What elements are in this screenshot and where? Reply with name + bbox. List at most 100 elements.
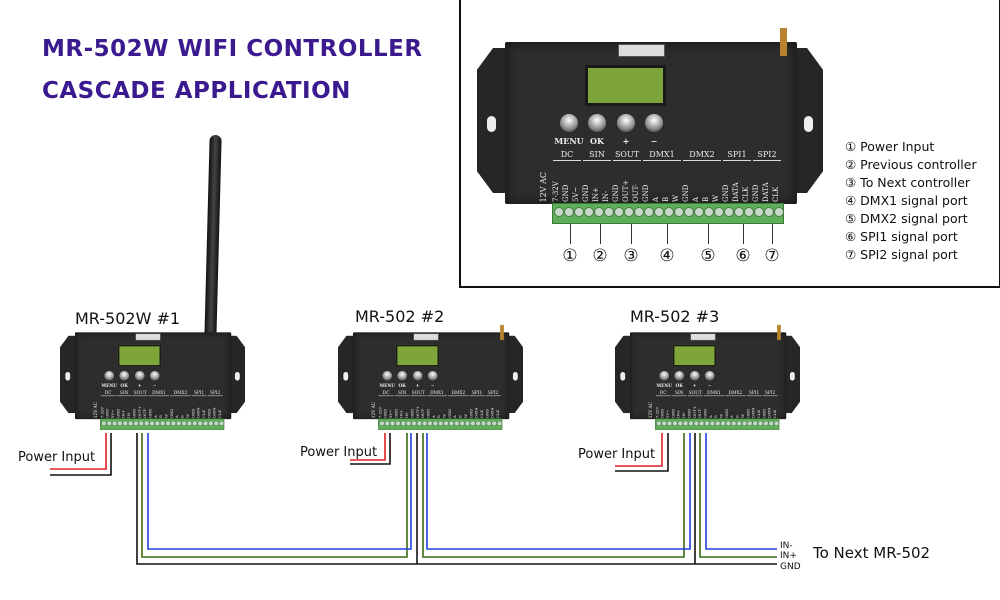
group-label-dmx1: DMX1 xyxy=(148,390,170,401)
button-1[interactable] xyxy=(119,370,130,381)
wire-gnd-bus xyxy=(136,433,777,565)
group-name: SIN xyxy=(589,150,605,159)
group-name: SOUT xyxy=(614,150,640,159)
group-name: SOUT xyxy=(133,390,147,396)
pin-label: CLK xyxy=(772,409,778,419)
lcd-screen xyxy=(672,344,717,367)
group-name: DMX1 xyxy=(430,390,444,396)
button-3[interactable] xyxy=(645,114,663,132)
terminal-block xyxy=(378,418,503,430)
pin-label: B xyxy=(662,196,670,202)
button-1[interactable] xyxy=(588,114,606,132)
button-label: − xyxy=(707,382,712,389)
device-body: MENU OK + −12V AC DC 7-32V GND 5V~ SIN GND IN+ IN- S… xyxy=(629,324,787,420)
controller-device: MENU OK + −12V AC DC 7-32V GND 5V~ SIN GND IN+ IN- S… xyxy=(615,324,801,430)
group-label-dmx1: DMX1 xyxy=(703,390,725,401)
group-label-dc: DC xyxy=(655,390,671,401)
pin-label: CLK xyxy=(772,186,780,202)
button-0[interactable] xyxy=(382,370,393,381)
antenna-connector xyxy=(500,324,504,340)
terminal-screw xyxy=(693,204,704,223)
group-name: DMX2 xyxy=(173,390,188,396)
terminal-screw xyxy=(773,204,784,223)
pin-label: A xyxy=(652,196,660,202)
button-2[interactable] xyxy=(134,370,145,381)
group-label-dmx1: DMX1 xyxy=(643,150,681,170)
device-body: MENU OK + −12V AC DC 7-32V GND 5V~ SIN GND IN+ IN- S… xyxy=(352,324,510,420)
wire-in-minus-3-next xyxy=(705,433,777,550)
group-name: DMX1 xyxy=(707,390,721,396)
pin-label: CLK xyxy=(742,186,750,202)
group-name: DMX2 xyxy=(728,390,743,396)
terminal-screw xyxy=(743,204,754,223)
group-label-spi2: SPI2 xyxy=(207,390,223,401)
terminal-screw xyxy=(713,204,724,223)
group-name: DMX1 xyxy=(152,390,166,396)
device-body: MENU OK + −12V AC DC 7-32V GND 5V~ SIN GND IN+ IN- S… xyxy=(505,28,797,204)
wire-label-in-plus: IN+ xyxy=(780,551,797,561)
group-label-spi1: SPI1 xyxy=(191,390,207,401)
terminal-screw xyxy=(613,204,624,223)
controller-device: MENU OK + −12V AC DC 7-32V GND 5V~ SIN GND IN+ IN- S… xyxy=(60,326,246,430)
wire-label-gnd: GND xyxy=(780,562,801,572)
ac-label: 12V AC xyxy=(648,401,653,419)
button-2[interactable] xyxy=(689,370,700,381)
group-label-dmx2: DMX2 xyxy=(683,150,721,170)
button-0[interactable] xyxy=(104,370,115,381)
button-1[interactable] xyxy=(397,370,408,381)
pin-label: GND xyxy=(582,184,590,202)
terminal-screw xyxy=(603,204,614,223)
terminal-block xyxy=(655,418,780,430)
button-2[interactable] xyxy=(412,370,423,381)
button-2[interactable] xyxy=(617,114,635,132)
group-label-sout: SOUT xyxy=(687,390,703,401)
group-label-dmx1: DMX1 xyxy=(426,390,448,401)
button-3[interactable] xyxy=(427,370,438,381)
group-label-sin: SIN xyxy=(671,390,687,401)
pin-label: 7-32V xyxy=(552,181,560,202)
group-label-dc: DC xyxy=(100,390,116,401)
sd-card-slot xyxy=(413,333,439,341)
terminal-block xyxy=(100,418,225,430)
group-label-dmx2: DMX2 xyxy=(170,390,191,401)
group-name: SOUT xyxy=(688,390,702,396)
pin-label: IN+ xyxy=(592,187,600,202)
pin-label: CLK xyxy=(495,409,501,419)
sd-card-slot xyxy=(618,44,665,57)
sd-card-slot xyxy=(135,333,161,341)
group-name: SIN xyxy=(398,390,407,396)
pin-label: GND xyxy=(612,184,620,202)
terminal-screw xyxy=(496,419,503,429)
group-label-spi2: SPI2 xyxy=(762,390,778,401)
button-0[interactable] xyxy=(659,370,670,381)
button-1[interactable] xyxy=(674,370,685,381)
terminal-screw xyxy=(683,204,694,223)
group-name: SPI1 xyxy=(193,390,205,396)
button-0[interactable] xyxy=(560,114,578,132)
lcd-screen xyxy=(395,344,440,367)
group-name: SIN xyxy=(120,390,129,396)
mount-hole xyxy=(343,372,349,381)
pin-label: 5V~ xyxy=(572,186,580,202)
group-name: DC xyxy=(659,390,667,396)
mount-hole xyxy=(620,372,626,381)
ac-label: 12V AC xyxy=(539,172,548,203)
device-body: MENU OK + −12V AC DC 7-32V GND 5V~ SIN GND IN+ IN- S… xyxy=(74,332,232,420)
group-label-sout: SOUT xyxy=(132,390,148,401)
group-name: SPI1 xyxy=(471,390,483,396)
terminal-screw xyxy=(633,204,644,223)
group-name: SPI2 xyxy=(210,390,221,396)
power-input-label-1: Power Input xyxy=(18,450,96,465)
group-label-spi2: SPI2 xyxy=(753,150,781,170)
terminal-screw xyxy=(563,204,574,223)
group-name: DMX2 xyxy=(689,150,715,159)
group-name: SPI2 xyxy=(757,150,777,159)
group-label-sout: SOUT xyxy=(410,390,426,401)
terminal-screw xyxy=(773,419,780,429)
mount-hole xyxy=(804,116,813,132)
group-label-sin: SIN xyxy=(394,390,410,401)
group-label-dc: DC xyxy=(378,390,394,401)
button-3[interactable] xyxy=(704,370,715,381)
terminal-screw xyxy=(583,204,594,223)
button-3[interactable] xyxy=(149,370,160,381)
